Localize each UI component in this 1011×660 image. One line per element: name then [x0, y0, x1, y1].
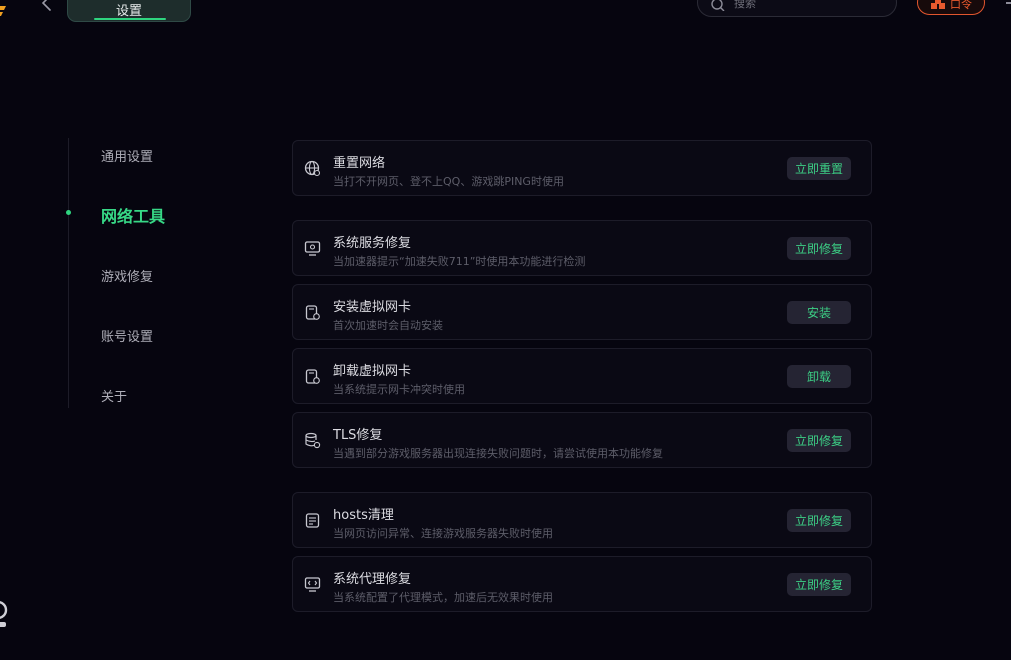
command-code-button[interactable]: 口令 [917, 0, 985, 15]
back-arrow-icon[interactable] [38, 0, 56, 14]
tls-repair-button[interactable]: 立即修复 [787, 429, 851, 452]
tool-description: 当系统配置了代理模式，加速后无效果时使用 [333, 591, 553, 604]
tool-title: 安装虚拟网卡 [333, 300, 412, 315]
puzzle-icon [931, 0, 945, 9]
tool-title: TLS修复 [333, 428, 383, 443]
tool-description: 首次加速时会自动安装 [333, 319, 443, 332]
sidebar-item-account[interactable]: 账号设置 [101, 326, 153, 345]
search-input[interactable] [734, 0, 874, 10]
system-proxy-repair-button[interactable]: 立即修复 [787, 573, 851, 596]
repair-system-service-button[interactable]: 立即修复 [787, 237, 851, 260]
tool-card-system-service-repair: 系统服务修复 当加速器提示“加速失败711”时使用本功能进行检测 立即修复 [292, 220, 872, 276]
menu-icon[interactable] [1004, 0, 1011, 10]
tool-card-hosts-cleanup: hosts清理 当网页访问异常、连接游戏服务器失败时使用 立即修复 [292, 492, 872, 548]
network-card-uninstall-icon [305, 369, 320, 384]
tool-title: 卸载虚拟网卡 [333, 364, 412, 379]
support-headset-icon[interactable] [0, 592, 10, 630]
sidebar-item-game-repair[interactable]: 游戏修复 [101, 266, 153, 285]
settings-window: 设置 口令 通用设置 网络工具 游戏修复 账号设置 关于 [0, 0, 1011, 660]
tool-title: hosts清理 [333, 508, 394, 523]
search-icon [711, 0, 725, 11]
proxy-monitor-icon [304, 577, 321, 592]
hosts-file-icon [305, 513, 320, 528]
tool-title: 重置网络 [333, 156, 386, 171]
page-title: 设置 [115, 3, 142, 19]
globe-gear-icon [304, 160, 321, 177]
app-logo-icon [0, 6, 6, 16]
tool-card-reset-network: 重置网络 当打不开网页、登不上QQ、游戏跳PING时使用 立即重置 [292, 140, 872, 196]
active-indicator-dot [66, 210, 71, 215]
tool-title: 系统代理修复 [333, 572, 412, 587]
tool-card-install-virtual-nic: 安装虚拟网卡 首次加速时会自动安装 安装 [292, 284, 872, 340]
install-virtual-nic-button[interactable]: 安装 [787, 301, 851, 324]
hosts-cleanup-button[interactable]: 立即修复 [787, 509, 851, 532]
network-card-install-icon [305, 305, 320, 320]
tool-description: 当打不开网页、登不上QQ、游戏跳PING时使用 [333, 175, 564, 188]
tool-card-uninstall-virtual-nic: 卸载虚拟网卡 当系统提示网卡冲突时使用 卸载 [292, 348, 872, 404]
tool-description: 当遇到部分游戏服务器出现连接失败问题时，请尝试使用本功能修复 [333, 447, 663, 460]
settings-title-tab[interactable]: 设置 [67, 0, 191, 22]
tool-description: 当系统提示网卡冲突时使用 [333, 383, 465, 396]
monitor-service-icon [304, 241, 321, 256]
reset-network-button[interactable]: 立即重置 [787, 157, 851, 180]
sidebar-item-network-tools[interactable]: 网络工具 [101, 203, 165, 227]
tool-title: 系统服务修复 [333, 236, 412, 251]
title-underline [94, 18, 166, 20]
command-code-label: 口令 [950, 0, 972, 11]
uninstall-virtual-nic-button[interactable]: 卸载 [787, 365, 851, 388]
tool-description: 当加速器提示“加速失败711”时使用本功能进行检测 [333, 255, 586, 268]
sidebar-item-general[interactable]: 通用设置 [101, 146, 153, 165]
tool-card-tls-repair: TLS修复 当遇到部分游戏服务器出现连接失败问题时，请尝试使用本功能修复 立即修… [292, 412, 872, 468]
tool-description: 当网页访问异常、连接游戏服务器失败时使用 [333, 527, 553, 540]
sidebar-divider [68, 138, 69, 408]
sidebar-item-about[interactable]: 关于 [101, 386, 127, 405]
search-box[interactable] [697, 0, 897, 17]
tool-card-system-proxy-repair: 系统代理修复 当系统配置了代理模式，加速后无效果时使用 立即修复 [292, 556, 872, 612]
database-gear-icon [305, 432, 321, 449]
